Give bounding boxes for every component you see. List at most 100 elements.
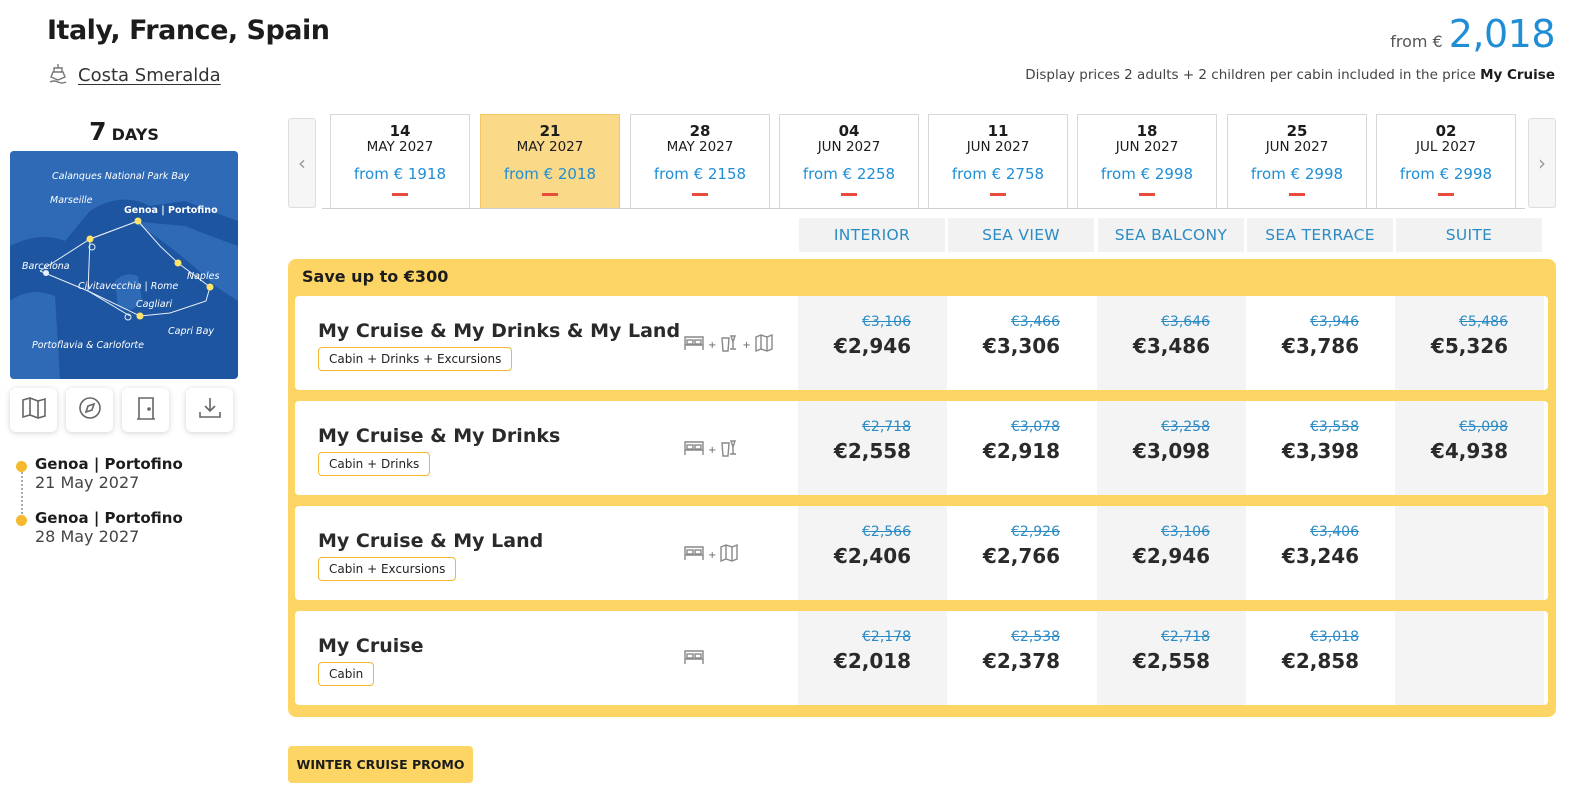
price-cell[interactable]: €3,258 €3,098 xyxy=(1097,401,1246,495)
date-card[interactable]: 04 JUN 2027 from € 2258 xyxy=(779,114,919,208)
date-price-from: from € 2758 xyxy=(951,165,1045,183)
package-icons: + xyxy=(683,438,739,462)
package-tag: Cabin + Drinks xyxy=(318,452,431,476)
cabin-door-button[interactable] xyxy=(122,388,169,432)
current-price: €2,018 xyxy=(833,649,912,673)
date-card[interactable]: 18 JUN 2027 from € 2998 xyxy=(1077,114,1217,208)
price-cell[interactable]: €2,718 €2,558 xyxy=(1097,611,1246,705)
old-price: €3,558 xyxy=(1310,419,1359,435)
price-cell[interactable]: €3,646 €3,486 xyxy=(1097,296,1246,390)
stop-dot xyxy=(16,515,27,526)
date-indicator xyxy=(1139,193,1155,196)
price-cell[interactable]: €3,466 €3,306 xyxy=(947,296,1096,390)
package-tag: Cabin + Excursions xyxy=(318,557,457,581)
date-card[interactable]: 28 MAY 2027 from € 2158 xyxy=(630,114,770,208)
old-price: €3,406 xyxy=(1310,524,1359,540)
map-label-cagliari: Cagliari xyxy=(136,299,173,310)
date-card[interactable]: 25 JUN 2027 from € 2998 xyxy=(1227,114,1367,208)
compass-button[interactable] xyxy=(66,388,113,432)
old-price: €3,078 xyxy=(1011,419,1060,435)
old-price: €3,946 xyxy=(1310,314,1359,330)
date-price-from: from € 2158 xyxy=(653,165,747,183)
map-label-marseille: Marseille xyxy=(50,195,93,206)
price-cell[interactable]: €2,718 €2,558 xyxy=(798,401,947,495)
package-row: My Cruise Cabin €2,178 €2,018 €2,538 €2,37… xyxy=(295,611,1548,705)
old-price: €2,718 xyxy=(1161,629,1210,645)
old-price: €3,258 xyxy=(1161,419,1210,435)
old-price: €3,106 xyxy=(1161,524,1210,540)
old-price: €5,098 xyxy=(1459,419,1508,435)
drinks-icon xyxy=(719,438,739,462)
current-price: €2,558 xyxy=(1132,649,1211,673)
days-label: DAYS xyxy=(111,125,159,144)
date-month: MAY 2027 xyxy=(516,139,584,155)
map-label-genoa: Genoa | Portofino xyxy=(124,205,218,216)
price-cell[interactable]: €3,946 €3,786 xyxy=(1246,296,1395,390)
current-price: €2,406 xyxy=(833,544,912,568)
date-day: 11 xyxy=(987,122,1009,140)
date-day: 18 xyxy=(1136,122,1158,140)
current-price: €2,558 xyxy=(833,439,912,463)
winter-cruise-promo-button[interactable]: WINTER CRUISE PROMO xyxy=(288,746,473,783)
old-price: €2,566 xyxy=(862,524,911,540)
date-month: MAY 2027 xyxy=(666,139,734,155)
price-cell[interactable]: €3,018 €2,858 xyxy=(1246,611,1395,705)
current-price: €5,326 xyxy=(1430,334,1509,358)
price-from-value: 2,018 xyxy=(1448,12,1556,56)
price-cell[interactable]: €2,178 €2,018 xyxy=(798,611,947,705)
package-name: My Cruise & My Drinks xyxy=(318,425,561,447)
price-cell[interactable]: €5,098 €4,938 xyxy=(1395,401,1544,495)
save-up-to-label: Save up to €300 xyxy=(302,267,449,286)
plus-separator: + xyxy=(742,339,751,351)
price-cell[interactable]: €5,486 €5,326 xyxy=(1395,296,1544,390)
package-row: My Cruise & My Land Cabin + Excursions +… xyxy=(295,506,1548,600)
map-label-naples: Naples xyxy=(187,271,220,282)
date-card[interactable]: 11 JUN 2027 from € 2758 xyxy=(928,114,1068,208)
stop-connector xyxy=(21,472,23,514)
map-view-button[interactable] xyxy=(10,388,57,432)
date-month: MAY 2027 xyxy=(366,139,434,155)
bed-icon xyxy=(683,439,705,461)
date-card[interactable]: 14 MAY 2027 from € 1918 xyxy=(330,114,470,208)
map-icon xyxy=(21,396,47,424)
display-note-package: My Cruise xyxy=(1480,67,1555,83)
price-cell[interactable]: €3,558 €3,398 xyxy=(1246,401,1395,495)
download-icon xyxy=(197,395,223,425)
date-month: JUN 2027 xyxy=(1265,139,1329,155)
price-cell[interactable]: €3,406 €3,246 xyxy=(1246,506,1395,600)
display-note-text: Display prices 2 adults + 2 children per… xyxy=(1025,67,1476,83)
date-day: 02 xyxy=(1435,122,1457,140)
current-price: €3,486 xyxy=(1132,334,1211,358)
date-card-selected[interactable]: 21 MAY 2027 from € 2018 xyxy=(480,114,620,208)
current-price: €3,786 xyxy=(1281,334,1360,358)
price-cell[interactable]: €2,538 €2,378 xyxy=(947,611,1096,705)
cabin-header-sea-balcony: SEA BALCONY xyxy=(1098,218,1244,252)
date-card[interactable]: 02 JUL 2027 from € 2998 xyxy=(1376,114,1516,208)
stop-item: Genoa | Portofino 21 May 2027 xyxy=(16,455,183,514)
dates-prev-button[interactable]: ‹ xyxy=(288,118,316,208)
price-from-label: from € xyxy=(1390,32,1443,51)
package-icons xyxy=(683,648,705,670)
plus-separator: + xyxy=(708,549,717,561)
price-cell[interactable]: €2,926 €2,766 xyxy=(947,506,1096,600)
ship-link[interactable]: Costa Smeralda xyxy=(48,62,221,88)
itinerary-map[interactable]: Calanques National Park Bay Marseille Ge… xyxy=(10,151,238,379)
dates-next-button[interactable]: › xyxy=(1528,118,1556,208)
current-price: €3,398 xyxy=(1281,439,1360,463)
package-name: My Cruise & My Drinks & My Land xyxy=(318,320,681,342)
old-price: €2,178 xyxy=(862,629,911,645)
current-price: €2,858 xyxy=(1281,649,1360,673)
date-month: JUN 2027 xyxy=(1115,139,1179,155)
date-price-from: from € 2998 xyxy=(1100,165,1194,183)
current-price: €2,918 xyxy=(982,439,1061,463)
download-button[interactable] xyxy=(186,388,233,432)
ship-name: Costa Smeralda xyxy=(78,64,221,86)
price-from-summary: from € 2,018 xyxy=(1390,12,1555,56)
dates-divider xyxy=(322,208,1525,209)
price-cell[interactable]: €2,566 €2,406 xyxy=(798,506,947,600)
price-cell[interactable]: €3,106 €2,946 xyxy=(1097,506,1246,600)
price-cell[interactable]: €3,078 €2,918 xyxy=(947,401,1096,495)
stop-dot xyxy=(16,461,27,472)
date-price-from: from € 2998 xyxy=(1399,165,1493,183)
price-cell[interactable]: €3,106 €2,946 xyxy=(798,296,947,390)
